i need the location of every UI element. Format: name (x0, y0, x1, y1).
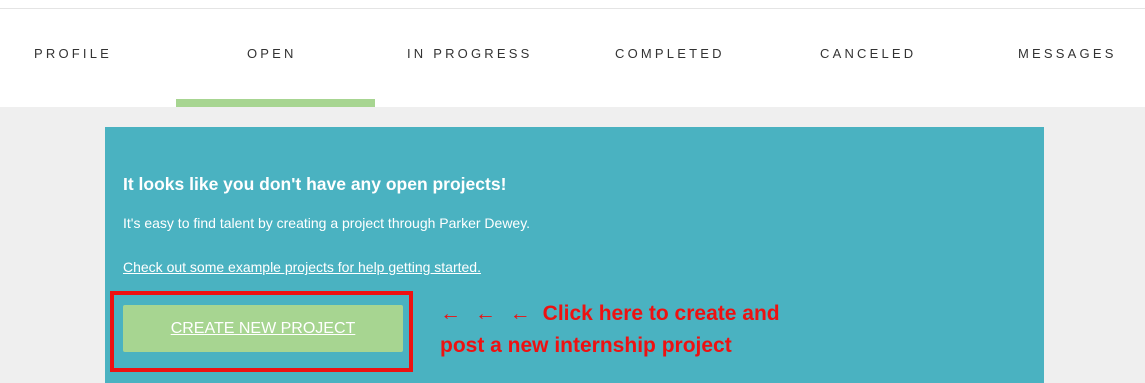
tab-bar: PROFILE OPEN IN PROGRESS COMPLETED CANCE… (0, 9, 1145, 107)
tab-completed[interactable]: COMPLETED (615, 46, 725, 61)
create-new-project-button[interactable]: CREATE NEW PROJECT (123, 305, 403, 352)
annotation-line-1: ← ← ← Click here to create and (440, 298, 780, 330)
tab-open[interactable]: OPEN (247, 46, 297, 61)
left-arrows-icon: ← ← ← (440, 302, 535, 325)
tab-messages[interactable]: MESSAGES (1018, 46, 1117, 61)
empty-state-title: It looks like you don't have any open pr… (123, 174, 507, 194)
empty-state-description: It's easy to find talent by creating a p… (123, 215, 531, 231)
tab-profile[interactable]: PROFILE (34, 46, 112, 61)
tab-canceled[interactable]: CANCELED (820, 46, 916, 61)
annotation-text-2: post a new internship project (440, 334, 732, 357)
active-tab-indicator (176, 99, 375, 107)
example-projects-link[interactable]: Check out some example projects for help… (123, 259, 481, 275)
annotation-text-1: Click here to create and (542, 302, 780, 325)
tab-in-progress[interactable]: IN PROGRESS (407, 46, 533, 61)
annotation-callout: ← ← ← Click here to create and post a new… (440, 298, 780, 362)
